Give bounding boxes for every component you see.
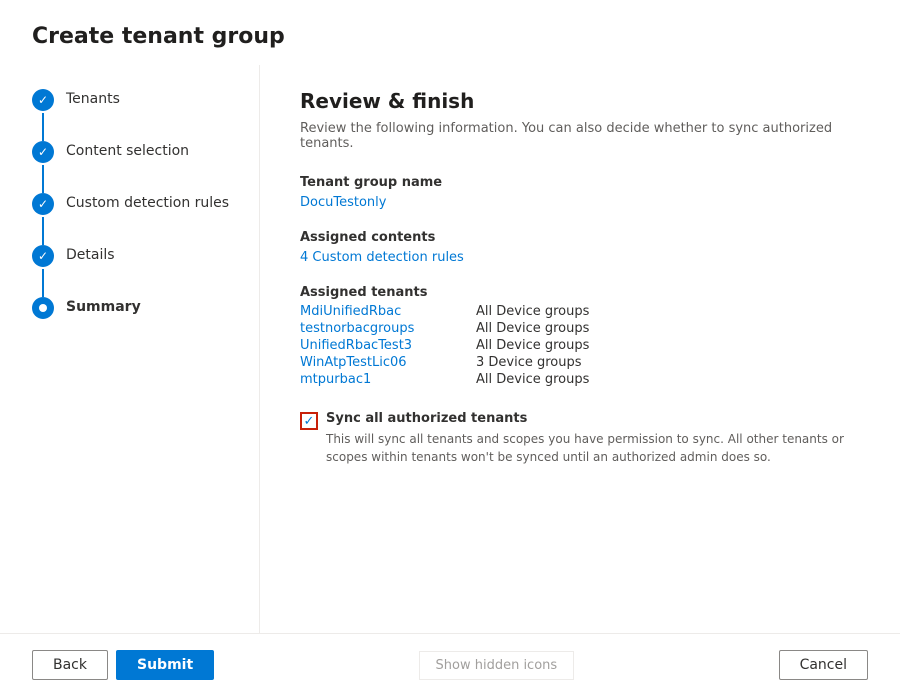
assigned-tenants-label: Assigned tenants (300, 285, 860, 300)
step-label-details: Details (66, 245, 115, 291)
sync-checkbox-container[interactable]: ✓ (300, 412, 318, 430)
tenant-groups-2: All Device groups (476, 338, 589, 353)
tenant-name-link-3[interactable]: WinAtpTestLic06 (300, 355, 460, 370)
step-left-details: ✓ (32, 245, 54, 297)
review-section-description: Review the following information. You ca… (300, 121, 860, 151)
tenant-groups-4: All Device groups (476, 372, 589, 387)
footer-center: Show hidden icons (214, 651, 778, 680)
sidebar-item-content-selection: ✓ Content selection (32, 141, 235, 193)
cancel-button[interactable]: Cancel (779, 650, 868, 680)
step-circle-content-selection: ✓ (32, 141, 54, 163)
review-section-title: Review & finish (300, 89, 860, 113)
assigned-contents-row: Assigned contents 4 Custom detection rul… (300, 230, 860, 265)
tenant-name-link-4[interactable]: mtpurbac1 (300, 372, 460, 387)
checkbox-check-icon: ✓ (304, 415, 315, 428)
sync-checkbox-label: Sync all authorized tenants (326, 411, 860, 426)
step-label-tenants: Tenants (66, 89, 120, 135)
content-area: ✓ Tenants ✓ Content selection (0, 65, 900, 633)
assigned-contents-label: Assigned contents (300, 230, 860, 245)
tenant-groups-0: All Device groups (476, 304, 589, 319)
sidebar-item-details: ✓ Details (32, 245, 235, 297)
footer: Back Submit Show hidden icons Cancel (0, 633, 900, 696)
step-check-details: ✓ (38, 249, 48, 263)
step-circle-details: ✓ (32, 245, 54, 267)
main-content: Review & finish Review the following inf… (260, 65, 900, 633)
step-circle-tenants: ✓ (32, 89, 54, 111)
step-line-custom-detection (42, 217, 44, 245)
step-check-tenants: ✓ (38, 93, 48, 107)
step-circle-summary (32, 297, 54, 319)
step-circle-custom-detection: ✓ (32, 193, 54, 215)
step-left-tenants: ✓ (32, 89, 54, 141)
step-left-content-selection: ✓ (32, 141, 54, 193)
step-left-custom-detection: ✓ (32, 193, 54, 245)
tenant-group-name-link[interactable]: DocuTestonly (300, 195, 386, 210)
submit-button[interactable]: Submit (116, 650, 214, 680)
show-hidden-icons-button[interactable]: Show hidden icons (419, 651, 575, 680)
sidebar-item-custom-detection-rules: ✓ Custom detection rules (32, 193, 235, 245)
sync-checkbox-text: Sync all authorized tenants This will sy… (326, 411, 860, 466)
page-header: Create tenant group (0, 0, 900, 65)
table-row: MdiUnifiedRbac All Device groups (300, 304, 860, 319)
step-check-custom-detection: ✓ (38, 197, 48, 211)
tenant-name-link-1[interactable]: testnorbacgroups (300, 321, 460, 336)
sidebar-item-tenants: ✓ Tenants (32, 89, 235, 141)
tenants-table: MdiUnifiedRbac All Device groups testnor… (300, 304, 860, 387)
step-line-content-selection (42, 165, 44, 193)
page-title: Create tenant group (32, 24, 868, 49)
table-row: testnorbacgroups All Device groups (300, 321, 860, 336)
tenant-name-link-0[interactable]: MdiUnifiedRbac (300, 304, 460, 319)
tenant-groups-3: 3 Device groups (476, 355, 582, 370)
assigned-tenants-row: Assigned tenants MdiUnifiedRbac All Devi… (300, 285, 860, 387)
tenant-group-name-row: Tenant group name DocuTestonly (300, 175, 860, 210)
tenant-groups-1: All Device groups (476, 321, 589, 336)
step-check-content-selection: ✓ (38, 145, 48, 159)
step-left-summary (32, 297, 54, 319)
sync-checkbox-description: This will sync all tenants and scopes yo… (326, 430, 860, 466)
sidebar-item-summary: Summary (32, 297, 235, 343)
back-button[interactable]: Back (32, 650, 108, 680)
step-label-content-selection: Content selection (66, 141, 189, 187)
step-line-tenants (42, 113, 44, 141)
table-row: WinAtpTestLic06 3 Device groups (300, 355, 860, 370)
step-line-details (42, 269, 44, 297)
tenant-group-name-label: Tenant group name (300, 175, 860, 190)
table-row: UnifiedRbacTest3 All Device groups (300, 338, 860, 353)
tenant-name-link-2[interactable]: UnifiedRbacTest3 (300, 338, 460, 353)
sync-checkbox-row: ✓ Sync all authorized tenants This will … (300, 411, 860, 466)
step-dot-summary (39, 304, 47, 312)
sync-checkbox[interactable]: ✓ (300, 412, 318, 430)
assigned-contents-link[interactable]: 4 Custom detection rules (300, 250, 464, 265)
sidebar: ✓ Tenants ✓ Content selection (0, 65, 260, 633)
step-label-custom-detection: Custom detection rules (66, 193, 229, 239)
table-row: mtpurbac1 All Device groups (300, 372, 860, 387)
footer-left-buttons: Back Submit (32, 650, 214, 680)
step-label-summary: Summary (66, 297, 141, 343)
